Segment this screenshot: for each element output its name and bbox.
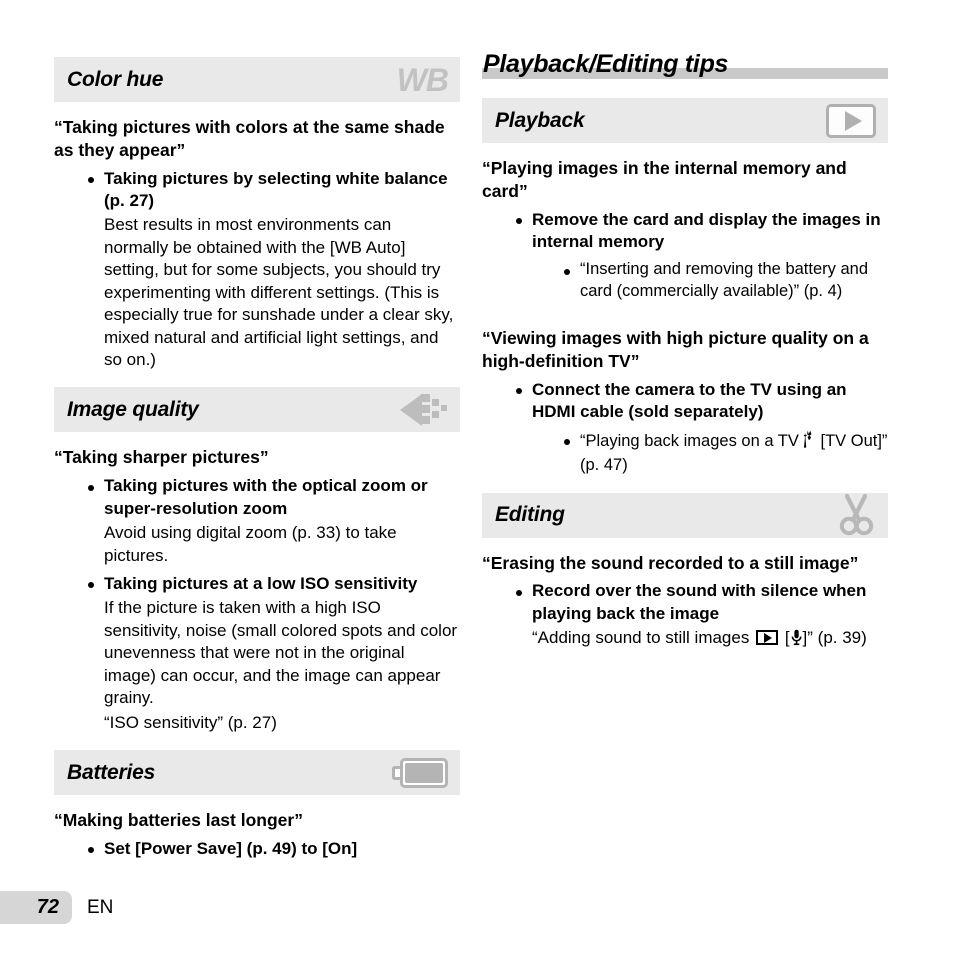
bullet-level1-label: Remove the card and display the images i… [532, 209, 881, 251]
bullet-dot-icon [516, 388, 522, 395]
bullet-level2-label: “Inserting and removing the battery and … [580, 260, 869, 301]
section-header-batteries: Batteries [54, 750, 460, 795]
block-gap [482, 303, 888, 313]
page-number: 72 [36, 896, 59, 918]
bullet-level1-label: Connect the camera to the TV using an HD… [532, 379, 847, 422]
bullet-body-text: Avoid using digital zoom (p. 33) to take… [104, 523, 397, 565]
quote-heading: “Erasing the sound recorded to a still i… [482, 552, 859, 573]
bullet-level2: “Inserting and removing the battery and … [482, 259, 888, 303]
add-sound-text-after: ]” (p. 39) [802, 628, 867, 648]
bullet-level1: Set [Power Save] (p. 49) to [On] [54, 838, 460, 860]
image-size-arrow-icon [400, 390, 448, 430]
page-footer: 72 EN [0, 891, 113, 924]
add-sound-reference: “Adding sound to still images [ ]” (p. 39… [482, 627, 888, 652]
page-language: EN [87, 896, 114, 918]
bullet-level1-label: Taking pictures at a low ISO sensitivity [104, 573, 418, 593]
bullet-dot-icon [88, 484, 94, 491]
add-sound-text-before: “Adding sound to still images [532, 628, 750, 648]
quote-heading: “Making batteries last longer” [54, 810, 303, 830]
section-header-playback: Playback [482, 98, 888, 143]
section-header-color-hue: Color hue WB [54, 57, 460, 102]
bullet-dot-icon [88, 582, 94, 589]
manual-page: Color hue WB “Taking pictures with color… [0, 0, 954, 954]
settings-wrench-icon [802, 430, 813, 455]
title-gap [482, 88, 888, 98]
bullet-level1-label: Taking pictures by selecting white balan… [104, 168, 448, 210]
section-title: Editing [495, 503, 565, 526]
section-title: Color hue [67, 67, 164, 91]
bullet-reference-text: “ISO sensitivity” (p. 27) [104, 712, 277, 732]
scissors-icon [836, 494, 876, 536]
play-box-icon [756, 630, 779, 646]
section-title: Image quality [67, 397, 199, 421]
bullet-level1-label: Record over the sound with silence when … [532, 581, 867, 623]
section-title: Playback [495, 108, 585, 132]
section-header-image-quality: Image quality [54, 387, 460, 433]
bullet-level1: Remove the card and display the images i… [482, 209, 888, 254]
bullet-level1: Record over the sound with silence when … [482, 580, 888, 625]
page-number-tab: 72 [0, 891, 72, 924]
quote-heading: “Taking sharper pictures” [54, 447, 269, 468]
bullet-dot-icon [564, 268, 570, 275]
battery-icon [392, 757, 448, 788]
bullet-dot-icon [564, 438, 570, 445]
bullet-level1: Taking pictures at a low ISO sensitivity [54, 573, 460, 595]
microphone-icon [791, 629, 802, 652]
bullet-level1: Connect the camera to the TV using an HD… [482, 379, 888, 424]
quote-heading: “Viewing images with high picture qualit… [482, 328, 869, 371]
bullet-body-text: If the picture is taken with a high ISO … [104, 598, 458, 708]
playback-play-icon [826, 103, 876, 138]
quote-heading: “Taking pictures with colors at the same… [54, 117, 445, 160]
add-sound-text-mid: [ [784, 628, 790, 648]
bullet-dot-icon [516, 589, 522, 596]
left-column: Color hue WB “Taking pictures with color… [54, 57, 460, 860]
bullet-dot-icon [88, 177, 94, 184]
bullet-dot-icon [516, 218, 522, 225]
bullet-level1: Taking pictures with the optical zoom or… [54, 475, 460, 520]
bullet-level2-tv-out: “Playing back images on a TV [TV Out]” (… [482, 430, 888, 477]
bullet-dot-icon [88, 847, 94, 854]
section-title: Batteries [67, 760, 156, 784]
tv-out-text-before: “Playing back images on a TV [580, 431, 799, 450]
bullet-body-text: Best results in most environments can no… [104, 215, 454, 369]
page-title: Playback/Editing tips [482, 50, 888, 88]
bullet-level1: Taking pictures by selecting white balan… [54, 168, 460, 213]
quote-heading: “Playing images in the internal memory a… [482, 158, 847, 201]
bullet-level1-label: Taking pictures with the optical zoom or… [104, 476, 428, 518]
white-balance-wb-icon: WB [396, 61, 449, 98]
right-column: Playback/Editing tips Playback “Playing … [482, 0, 888, 653]
section-header-editing: Editing [482, 492, 888, 538]
bullet-level1-label: Set [Power Save] (p. 49) to [On] [104, 838, 358, 858]
page-title-text: Playback/Editing tips [483, 50, 729, 78]
